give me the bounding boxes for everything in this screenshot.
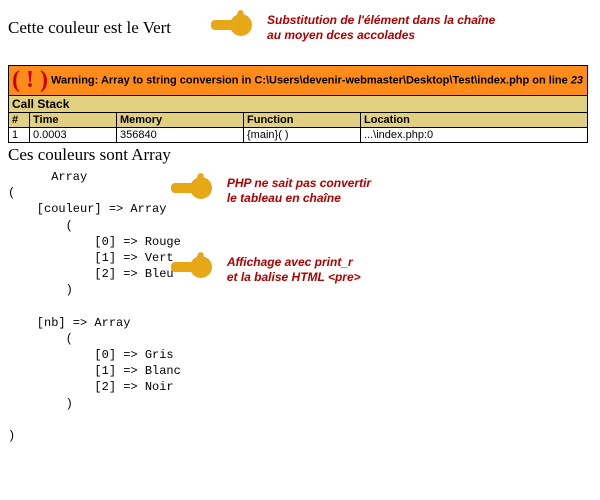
xdebug-warning-row: ( ! ) Warning: Array to string conversio… [9, 66, 588, 96]
annotation-1: Substitution de l'élément dans la chaîne… [267, 13, 495, 42]
hand-icon [171, 250, 221, 289]
warn-on: on line [529, 74, 571, 86]
hand-icon [211, 8, 261, 47]
cell-time: 0.0003 [30, 128, 117, 143]
col-memory: Memory [117, 113, 244, 128]
annotation-1-line2: au moyen dces accolades [267, 28, 415, 42]
col-function: Function [244, 113, 361, 128]
dump-row: Array ( [couleur] => Array ( [0] => Roug… [8, 165, 592, 444]
col-n: # [9, 113, 30, 128]
annotation-2-line2: le tableau en chaîne [227, 191, 341, 205]
warn-label: Warning: Array to string conversion in [51, 74, 254, 86]
annotation-3: Affichage avec print_r et la balise HTML… [227, 255, 361, 284]
cell-memory: 356840 [117, 128, 244, 143]
callstack-row: 1 0.0003 356840 {main}( ) ...\index.php:… [9, 128, 588, 143]
cell-n: 1 [9, 128, 30, 143]
callstack-header-row: # Time Memory Function Location [9, 113, 588, 128]
xdebug-warning-text: Warning: Array to string conversion in C… [51, 74, 583, 86]
col-location: Location [361, 113, 588, 128]
annotation-3-line2: et la balise HTML <pre> [227, 270, 361, 284]
annotations-right: PHP ne sait pas convertir le tableau en … [171, 171, 371, 289]
bang-icon: ( ! ) [12, 67, 48, 93]
xdebug-table: ( ! ) Warning: Array to string conversio… [8, 65, 588, 143]
cell-location: ...\index.php:0 [361, 128, 588, 143]
cell-function: {main}( ) [244, 128, 361, 143]
annotation-3-row: Affichage avec print_r et la balise HTML… [171, 250, 371, 289]
col-time: Time [30, 113, 117, 128]
annotation-2-row: PHP ne sait pas convertir le tableau en … [171, 171, 371, 210]
annotation-3-line1: Affichage avec print_r [227, 255, 353, 269]
hand-icon [171, 171, 221, 210]
print-r-output: Array ( [couleur] => Array ( [0] => Roug… [8, 169, 181, 444]
intro-row: Cette couleur est le Vert Substitution d… [8, 8, 592, 47]
callstack-title: Call Stack [9, 96, 588, 113]
annotation-2: PHP ne sait pas convertir le tableau en … [227, 176, 371, 205]
warn-line: 23 [571, 74, 583, 86]
array-echo-text: Ces couleurs sont Array [8, 145, 592, 165]
intro-text: Cette couleur est le Vert [8, 18, 171, 38]
warn-path: C:\Users\devenir-webmaster\Desktop\Test\… [254, 74, 529, 86]
annotation-1-line1: Substitution de l'élément dans la chaîne [267, 13, 495, 27]
annotation-2-line1: PHP ne sait pas convertir [227, 176, 371, 190]
